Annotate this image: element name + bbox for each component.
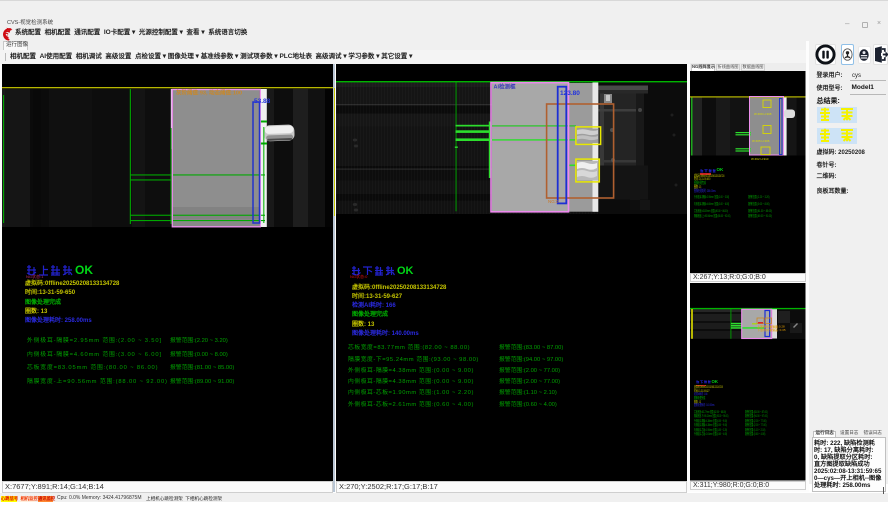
- svg-text:W:465 H:306: W:465 H:306: [752, 139, 770, 143]
- svg-text:W:462 H:310: W:462 H:310: [751, 157, 769, 161]
- svg-text:灰阶阈值:93, 动态阈值:100: 灰阶阈值:93, 动态阈值:100: [176, 89, 242, 97]
- svg-text:W:469 H:308: W:469 H:308: [754, 112, 772, 116]
- svg-text:123.80: 123.80: [560, 90, 580, 97]
- svg-text:NG:0: NG:0: [548, 199, 559, 204]
- svg-text:下放卷纠偏偏差: 0.35: 下放卷纠偏偏差: 0.35: [757, 327, 786, 332]
- svg-text:AI检测框: AI检测框: [494, 83, 517, 91]
- svg-text:53.88: 53.88: [254, 98, 271, 105]
